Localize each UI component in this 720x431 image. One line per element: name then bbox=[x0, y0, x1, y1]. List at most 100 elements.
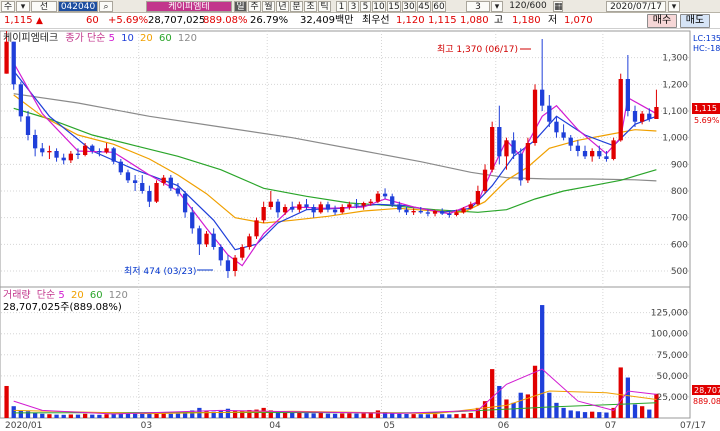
x-tick-label: 07/17 bbox=[680, 421, 706, 431]
volume-bar bbox=[282, 412, 288, 418]
candle-body bbox=[440, 211, 445, 214]
volume-bar bbox=[575, 411, 581, 418]
candle-body bbox=[597, 151, 602, 157]
candle-body bbox=[532, 89, 538, 143]
candle-body bbox=[132, 180, 138, 183]
volume-tick-label: 50,000 bbox=[657, 372, 689, 382]
legend-ma10: 10 bbox=[121, 33, 134, 44]
candle-body bbox=[411, 211, 416, 213]
price-tick-label: 700 bbox=[671, 214, 688, 224]
volume-bar bbox=[547, 392, 552, 418]
x-tick-label: 07 bbox=[605, 421, 616, 431]
candle-body bbox=[390, 196, 395, 205]
price-tick-label: 1,100 bbox=[662, 107, 688, 117]
volume-bar bbox=[340, 413, 345, 418]
volume-bar bbox=[632, 404, 638, 418]
price-tick-label: 1,300 bbox=[662, 54, 688, 64]
volume-bar bbox=[568, 410, 573, 418]
volume-bar bbox=[468, 412, 473, 418]
volume-bar bbox=[90, 414, 95, 418]
volume-bar bbox=[104, 414, 109, 418]
volume-bar bbox=[582, 412, 588, 418]
vol-legend-ma5: 5 bbox=[58, 290, 65, 301]
price-tick-label: 1,200 bbox=[662, 80, 688, 90]
volume-bar bbox=[440, 414, 445, 418]
candle-body bbox=[168, 177, 173, 189]
volume-bar bbox=[18, 410, 23, 418]
candle-body bbox=[468, 204, 473, 209]
candle-body bbox=[618, 79, 623, 141]
volume-bar bbox=[540, 305, 545, 418]
change-pct-axis-label: 5.69% bbox=[694, 116, 720, 125]
volume-bar bbox=[168, 413, 173, 418]
volume-bar bbox=[368, 413, 373, 418]
candle-body bbox=[204, 233, 209, 245]
candle-body bbox=[175, 188, 181, 194]
candle-body bbox=[82, 145, 88, 155]
candle-body bbox=[125, 172, 131, 181]
candle-body bbox=[582, 151, 588, 157]
volume-bar bbox=[61, 414, 66, 418]
volume-bar bbox=[518, 392, 523, 418]
candle-body bbox=[382, 193, 388, 197]
x-tick-label: 05 bbox=[383, 421, 394, 431]
volume-bar bbox=[11, 406, 16, 418]
legend-ma20: 20 bbox=[140, 33, 153, 44]
volume-bar bbox=[418, 414, 423, 418]
volume-tick-label: 25,000 bbox=[657, 393, 689, 403]
stock-chart[interactable]: 1,300 1,200 1,100 1,000 900 800 700 600 500 125,0… bbox=[0, 0, 720, 431]
volume-bar bbox=[532, 365, 538, 418]
x-tick-label: 06 bbox=[498, 421, 510, 431]
candle-body bbox=[375, 193, 381, 202]
candle-body bbox=[40, 148, 45, 153]
candle-body bbox=[75, 153, 81, 155]
volume-bar bbox=[325, 413, 331, 418]
volume-bar bbox=[97, 414, 102, 418]
candle-body bbox=[32, 135, 38, 149]
price-tick-label: 800 bbox=[671, 187, 688, 197]
volume-tick-label: 75,000 bbox=[657, 351, 689, 361]
volume-summary: 28,707,025주(889.08%) bbox=[3, 302, 122, 313]
volume-bar bbox=[511, 402, 516, 418]
candle-body bbox=[547, 105, 552, 122]
volume-bar bbox=[347, 413, 352, 418]
volume-bar bbox=[647, 409, 652, 418]
candle-body bbox=[47, 151, 52, 153]
volume-bar bbox=[125, 413, 131, 418]
legend-ma120: 120 bbox=[177, 33, 197, 44]
candle-body bbox=[154, 183, 159, 202]
candle-body bbox=[147, 191, 152, 202]
candle-body bbox=[197, 228, 202, 245]
volume-bar bbox=[604, 412, 609, 418]
volume-bar bbox=[32, 412, 38, 418]
candle-body bbox=[482, 169, 488, 191]
volume-bar bbox=[454, 414, 459, 418]
candle-body bbox=[282, 207, 288, 213]
volume-tick-label: 100,000 bbox=[651, 330, 688, 340]
candle-body bbox=[332, 209, 338, 213]
candle-body bbox=[54, 151, 59, 158]
candle-body bbox=[511, 140, 516, 154]
candle-body bbox=[261, 207, 266, 221]
volume-bar bbox=[625, 377, 631, 418]
candle-body bbox=[90, 145, 95, 151]
volume-bar bbox=[561, 407, 566, 418]
volume-bar bbox=[297, 412, 302, 418]
candle-body bbox=[404, 209, 409, 213]
volume-bar bbox=[554, 402, 559, 418]
volume-bar bbox=[175, 413, 181, 418]
candle-body bbox=[425, 212, 431, 214]
volume-bar bbox=[82, 413, 88, 418]
candle-body bbox=[290, 207, 295, 210]
volume-bar bbox=[40, 413, 45, 418]
volume-bar bbox=[461, 413, 466, 418]
legend-ma60: 60 bbox=[158, 33, 172, 44]
candle-body bbox=[625, 79, 631, 111]
candle-body bbox=[268, 201, 273, 207]
volume-bar bbox=[132, 413, 138, 418]
volume-bar bbox=[304, 413, 309, 418]
candle-body bbox=[361, 203, 366, 206]
volume-bar bbox=[218, 410, 223, 418]
volume-bar bbox=[397, 413, 402, 418]
candle-body bbox=[497, 127, 502, 157]
